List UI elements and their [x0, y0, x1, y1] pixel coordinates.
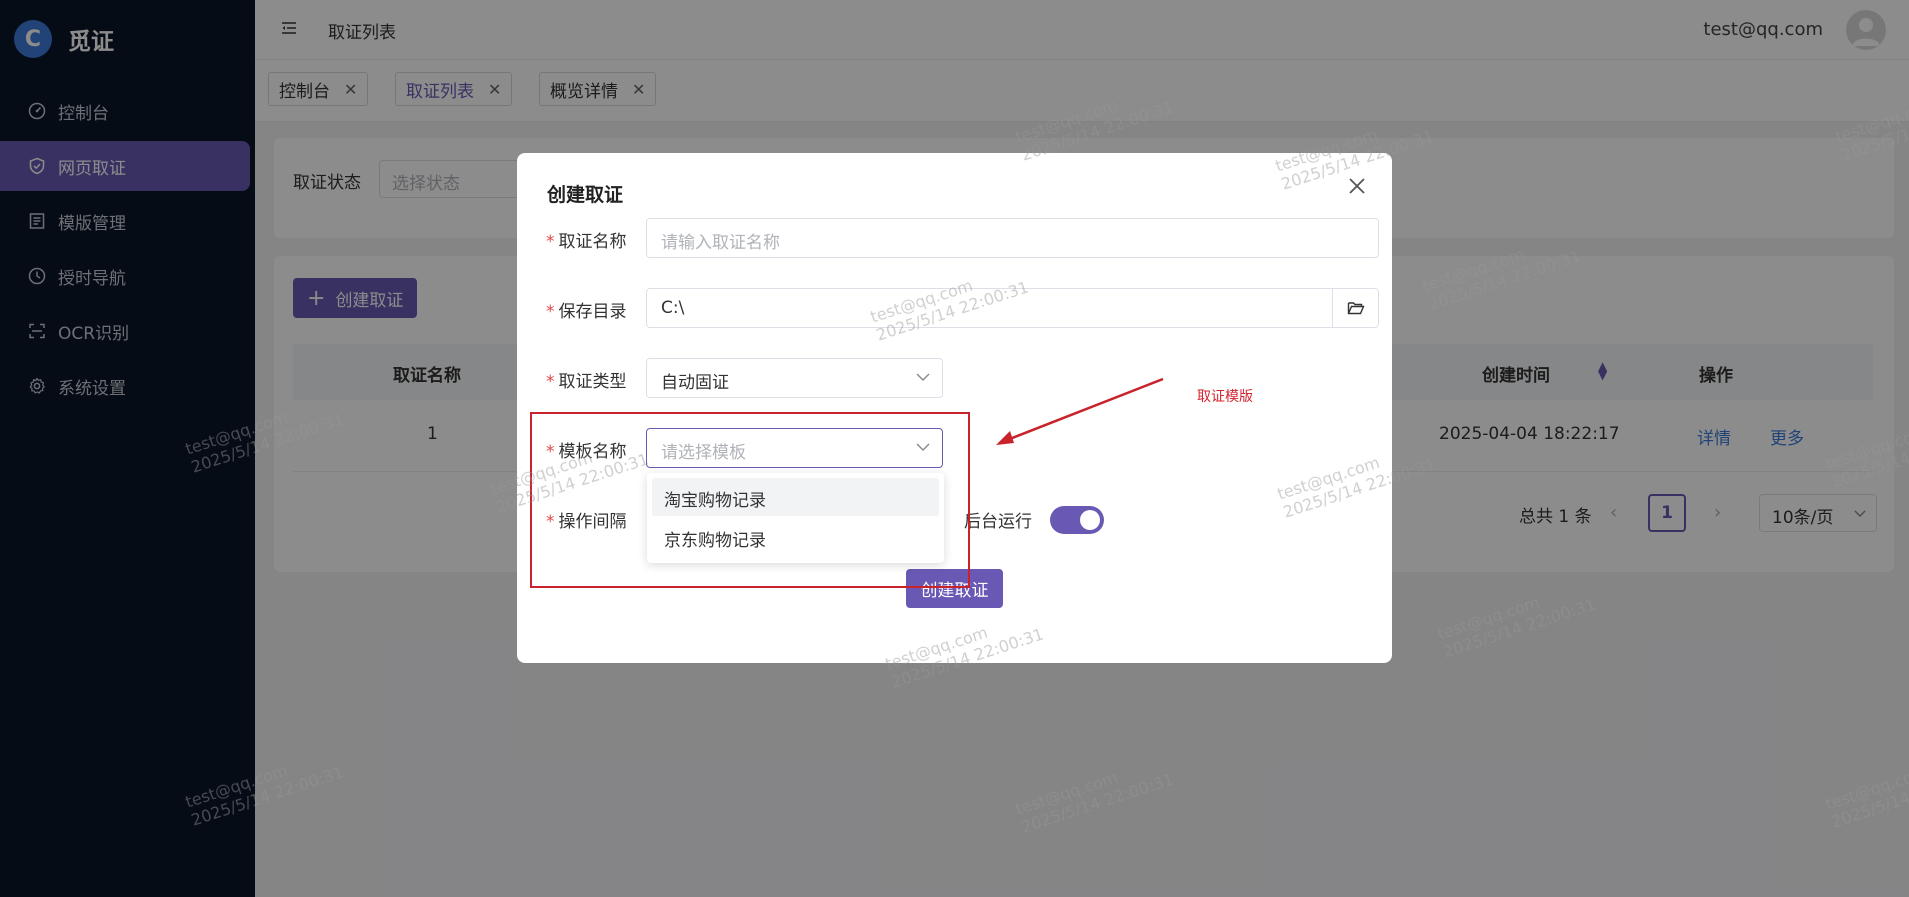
save-dir-input[interactable]: C:\	[646, 288, 1379, 328]
evidence-name-input[interactable]: 请输入取证名称	[646, 218, 1379, 258]
folder-open-icon	[1347, 302, 1365, 315]
folder-browse-button[interactable]	[1332, 289, 1378, 327]
close-icon[interactable]	[1346, 175, 1368, 197]
evidence-type-select[interactable]: 自动固证	[646, 358, 943, 398]
evidence-name-label: * 取证名称	[546, 232, 627, 252]
annotation-box	[530, 412, 970, 588]
save-dir-label: * 保存目录	[546, 302, 627, 322]
chevron-down-icon	[916, 373, 930, 381]
background-run-label: 后台运行	[964, 512, 1032, 532]
annotation-arrow-icon	[996, 377, 1164, 445]
evidence-type-label: * 取证类型	[546, 372, 627, 392]
save-dir-value: C:\	[661, 298, 685, 318]
evidence-type-value: 自动固证	[661, 373, 729, 393]
dialog-title: 创建取证	[547, 184, 624, 206]
background-run-toggle[interactable]	[1050, 506, 1104, 534]
toggle-knob	[1080, 510, 1100, 530]
annotation-text: 取证模版	[1197, 389, 1253, 405]
